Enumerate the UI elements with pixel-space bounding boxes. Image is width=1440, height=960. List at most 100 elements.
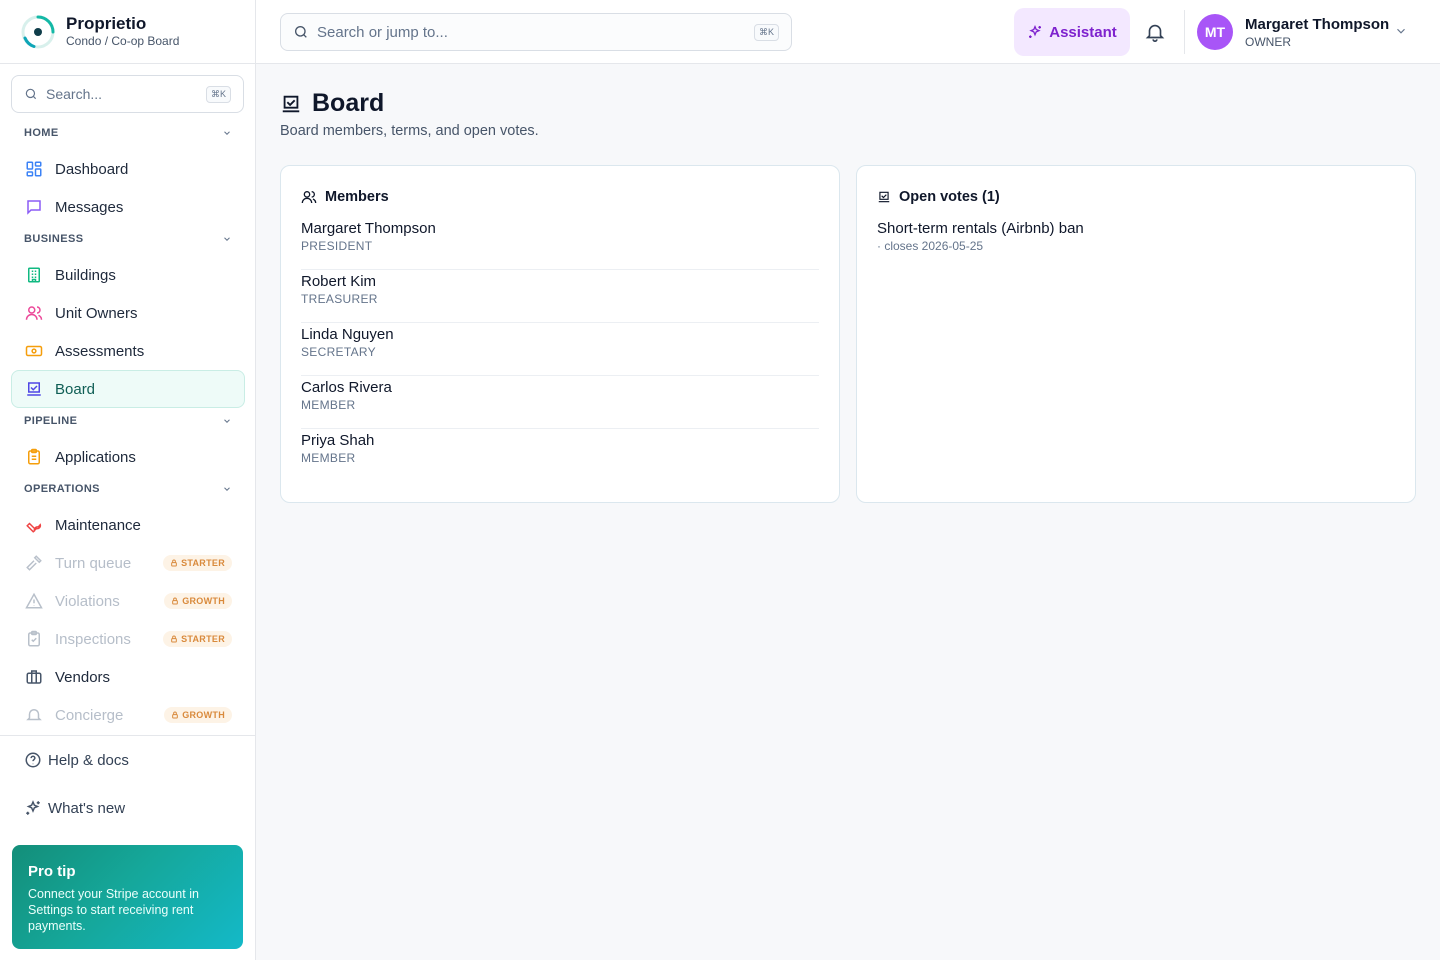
section-title: PIPELINE: [24, 415, 78, 427]
help-docs-link[interactable]: Help & docs: [0, 736, 256, 784]
lock-icon: [171, 635, 177, 643]
members-card: Members Margaret Thompson PRESIDENT Robe…: [280, 165, 840, 503]
dashboard-icon: [24, 159, 44, 179]
sidebar-item-buildings[interactable]: Buildings: [11, 256, 245, 294]
brand-logo-icon: [21, 15, 55, 48]
sidebar-item-violations[interactable]: Violations GROWTH: [11, 582, 245, 620]
lock-icon: [172, 711, 179, 719]
sidebar-item-label: Applications: [55, 448, 136, 466]
bell-icon: [24, 705, 44, 725]
avatar[interactable]: MT: [1197, 14, 1233, 50]
sidebar-item-inspections[interactable]: Inspections STARTER: [11, 620, 245, 658]
user-role: OWNER: [1245, 35, 1291, 49]
sidebar-item-vendors[interactable]: Vendors: [11, 658, 245, 696]
divider: [1184, 10, 1185, 54]
member-name: Margaret Thompson: [301, 220, 436, 237]
whats-new-link[interactable]: What's new: [0, 784, 256, 832]
sidebar-item-turn-queue[interactable]: Turn queue STARTER: [11, 544, 245, 582]
sidebar-nav: HOME Dashboard Messages BUSINESS Buildin…: [0, 120, 256, 735]
member-row[interactable]: Margaret Thompson PRESIDENT: [301, 217, 819, 270]
sidebar-search-shortcut: ⌘K: [205, 85, 231, 103]
sidebar-footer: Help & docs What's new Pro tip Connect y…: [0, 735, 256, 949]
chevron-down-icon: [224, 419, 230, 423]
page-title: Board: [280, 89, 384, 118]
sidebar-item-dashboard[interactable]: Dashboard: [11, 150, 245, 188]
clipboard-check-icon: [24, 629, 44, 649]
sidebar-item-maintenance[interactable]: Maintenance: [11, 506, 245, 544]
sidebar-item-label: Dashboard: [55, 160, 129, 178]
page-title-text: Board: [312, 89, 385, 117]
chevron-down-icon: [224, 237, 230, 241]
plan-badge: STARTER: [163, 631, 232, 647]
users-icon: [301, 191, 317, 204]
plan-badge: GROWTH: [164, 707, 232, 723]
plan-badge: GROWTH: [164, 593, 232, 609]
member-row[interactable]: Priya Shah MEMBER: [301, 429, 819, 482]
users-icon: [24, 303, 44, 323]
pro-tip-body: Connect your Stripe account in Settings …: [28, 887, 199, 933]
section-pipeline[interactable]: PIPELINE: [0, 408, 256, 434]
member-row[interactable]: Robert Kim TREASURER: [301, 270, 819, 323]
building-icon: [24, 265, 44, 285]
user-name[interactable]: Margaret Thompson: [1245, 16, 1389, 33]
member-row[interactable]: Linda Nguyen SECRETARY: [301, 323, 819, 376]
sidebar-item-messages[interactable]: Messages: [11, 188, 245, 226]
vote-icon: [24, 379, 44, 399]
vote-item[interactable]: Short-term rentals (Airbnb) ban · closes…: [877, 217, 1395, 253]
banknote-icon: [24, 341, 44, 361]
member-role: MEMBER: [301, 451, 356, 465]
assistant-button[interactable]: Assistant: [1014, 8, 1130, 56]
sidebar-item-label: Inspections: [55, 630, 131, 648]
pro-tip-card: Pro tip Connect your Stripe account in S…: [12, 845, 243, 949]
help-circle-icon: [24, 751, 42, 769]
sparkles-icon: [1029, 24, 1042, 38]
vote-icon: [282, 95, 300, 112]
open-votes-card: Open votes (1) Short-term rentals (Airbn…: [856, 165, 1416, 503]
section-home[interactable]: HOME: [0, 120, 256, 146]
sidebar-search-input[interactable]: Search... ⌘K: [11, 75, 244, 113]
open-votes-heading: Open votes (1): [899, 189, 1000, 205]
sidebar-item-label: Maintenance: [55, 516, 141, 534]
section-operations[interactable]: OPERATIONS: [0, 476, 256, 502]
global-search-placeholder: Search or jump to...: [317, 23, 448, 41]
brand-name: Proprietio: [66, 14, 147, 33]
global-search-input[interactable]: Search or jump to... ⌘K: [280, 13, 792, 51]
chevron-down-icon[interactable]: [1394, 24, 1408, 38]
sidebar-search-placeholder: Search...: [46, 86, 103, 102]
sidebar-item-board[interactable]: Board: [11, 370, 245, 408]
open-votes-header: Open votes (1): [877, 186, 1395, 208]
sidebar-item-assessments[interactable]: Assessments: [11, 332, 245, 370]
section-title: OPERATIONS: [24, 483, 100, 495]
global-search-shortcut: ⌘K: [753, 23, 779, 41]
sidebar-item-label: Turn queue: [55, 554, 132, 572]
sidebar-item-unit-owners[interactable]: Unit Owners: [11, 294, 245, 332]
notifications-bell-icon[interactable]: [1144, 21, 1166, 43]
whats-new-label: What's new: [48, 799, 126, 817]
member-role: MEMBER: [301, 398, 356, 412]
hammer-icon: [24, 553, 44, 573]
sidebar-item-label: Concierge: [55, 706, 124, 724]
clipboard-icon: [24, 447, 44, 467]
section-business[interactable]: BUSINESS: [0, 226, 256, 252]
sidebar: Proprietio Condo / Co-op Board Search...…: [0, 0, 256, 960]
brand[interactable]: Proprietio Condo / Co-op Board: [0, 0, 255, 64]
assistant-label: Assistant: [1049, 23, 1117, 41]
sidebar-item-applications[interactable]: Applications: [11, 438, 245, 476]
sidebar-item-label: Vendors: [55, 668, 111, 686]
section-title: HOME: [24, 127, 59, 139]
member-name: Priya Shah: [301, 432, 375, 449]
vote-close-date: · closes 2026-05-25: [877, 239, 984, 253]
vote-icon: [878, 191, 890, 203]
lock-icon: [172, 597, 179, 605]
member-name: Robert Kim: [301, 273, 377, 290]
sidebar-item-label: Board: [55, 380, 96, 398]
sparkles-icon: [24, 799, 42, 817]
vote-title: Short-term rentals (Airbnb) ban: [877, 220, 1084, 237]
top-bar: Search or jump to... ⌘K Assistant MT Mar…: [256, 0, 1440, 64]
brand-subtitle: Condo / Co-op Board: [66, 34, 180, 48]
member-row[interactable]: Carlos Rivera MEMBER: [301, 376, 819, 429]
sidebar-item-concierge[interactable]: Concierge GROWTH: [11, 696, 245, 734]
sidebar-item-label: Violations: [55, 592, 120, 610]
warning-icon: [24, 591, 44, 611]
pro-tip-title: Pro tip: [28, 863, 76, 880]
